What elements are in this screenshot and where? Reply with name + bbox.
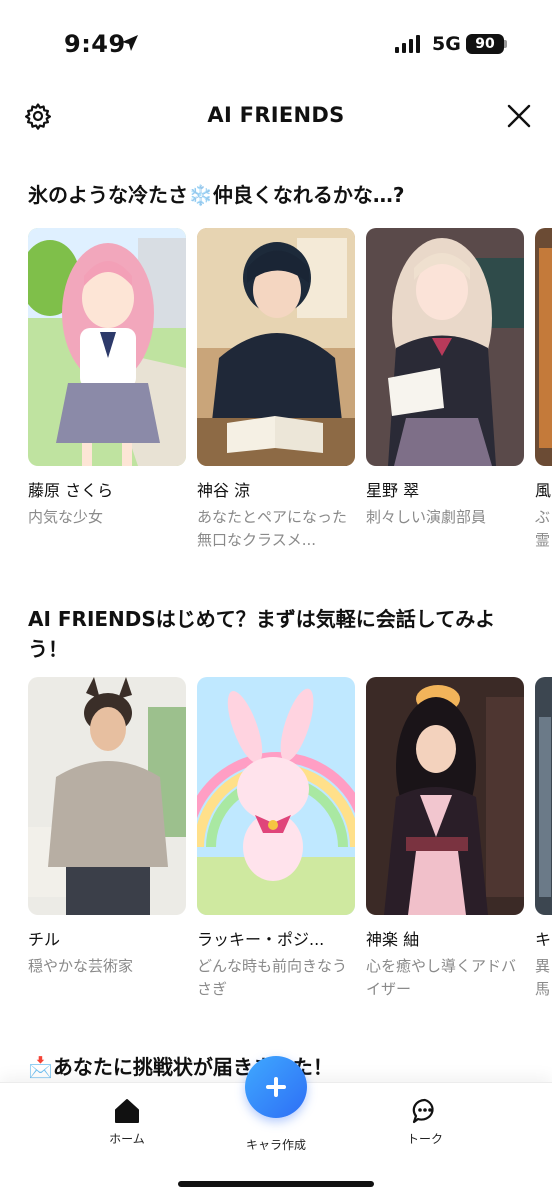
character-card-chill[interactable]: チル 穏やかな芸術家 [28, 677, 186, 978]
home-icon [115, 1099, 139, 1123]
character-name: チル [28, 930, 61, 949]
nav-home-label: ホーム [109, 1132, 145, 1146]
character-description: 心を癒やし導くアドバイザー [366, 957, 517, 998]
character-row-beginner[interactable]: チル 穏やかな芸術家 ラッキー・ポジ... どんな時も前向きなうさぎ 神楽 紬 … [28, 677, 552, 1017]
plus-icon-vertical [274, 1077, 278, 1097]
character-image-ryo[interactable] [197, 228, 355, 466]
nav-talk[interactable]: トーク [370, 1097, 480, 1147]
character-image-chill[interactable] [28, 677, 186, 915]
close-icon[interactable] [506, 103, 532, 129]
character-description: 刺々しい演劇部員 [366, 508, 487, 526]
location-arrow-icon [122, 35, 138, 51]
character-card-lucky[interactable]: ラッキー・ポジ... どんな時も前向きなうさぎ [197, 677, 355, 1001]
character-image-partial[interactable] [535, 228, 552, 466]
character-card-partial[interactable]: 風 ぶ 霊 [535, 228, 552, 552]
character-name: 星野 翠 [366, 481, 420, 500]
character-description: ぶ 霊 [535, 508, 551, 549]
character-card-ryo[interactable]: 神谷 涼 あなたとペアになった無口なクラスメ... [197, 228, 355, 552]
nav-talk-label: トーク [406, 1132, 443, 1146]
character-image-sakura[interactable] [28, 228, 186, 466]
character-name: 風 [535, 481, 552, 500]
character-card-midori[interactable]: 星野 翠 刺々しい演劇部員 [366, 228, 524, 529]
character-name: ラッキー・ポジ... [197, 930, 325, 949]
character-image-partial-2[interactable] [535, 677, 552, 915]
status-bar: 9:49 5G 90 [0, 0, 552, 86]
nav-home[interactable]: ホーム [72, 1097, 182, 1147]
character-description: あなたとペアになった無口なクラスメ... [197, 508, 348, 549]
character-name: 神谷 涼 [197, 481, 251, 500]
nav-create[interactable]: キャラ作成 [221, 1131, 331, 1153]
battery-tip [504, 40, 507, 48]
network-type: 5G [432, 33, 461, 55]
character-row-cold[interactable]: 藤原 さくら 内気な少女 神谷 涼 あなたとペアになった無口なクラスメ... 星… [28, 228, 552, 568]
page-title: AI FRIENDS [207, 103, 345, 127]
create-character-button[interactable] [245, 1056, 307, 1118]
character-card-tsumugi[interactable]: 神楽 紬 心を癒やし導くアドバイザー [366, 677, 524, 1001]
character-name: 神楽 紬 [366, 930, 420, 949]
character-description: 内気な少女 [28, 508, 104, 526]
character-description: どんな時も前向きなうさぎ [197, 957, 348, 998]
status-time: 9:49 [64, 30, 126, 58]
chat-bubble-icon [412, 1098, 434, 1124]
battery-icon: 90 [466, 34, 504, 54]
nav-create-label: キャラ作成 [245, 1138, 306, 1152]
section-title-beginner: AI FRIENDSはじめて？まずは気軽に会話してみよう！ [28, 607, 496, 661]
character-description: 異 馬 [535, 957, 551, 998]
home-indicator [178, 1181, 374, 1187]
signal-icon [395, 35, 420, 53]
character-card-partial-2[interactable]: キ 異 馬 [535, 677, 552, 1001]
character-name: キ [535, 930, 552, 949]
character-image-midori[interactable] [366, 228, 524, 466]
character-card-sakura[interactable]: 藤原 さくら 内気な少女 [28, 228, 186, 529]
character-image-lucky[interactable] [197, 677, 355, 915]
character-image-tsumugi[interactable] [366, 677, 524, 915]
section-title-cold: 氷のような冷たさ❄️仲良くなれるかな…? [28, 183, 405, 207]
character-name: 藤原 さくら [28, 481, 114, 500]
character-description: 穏やかな芸術家 [28, 957, 134, 975]
app-header: AI FRIENDS [0, 92, 552, 140]
